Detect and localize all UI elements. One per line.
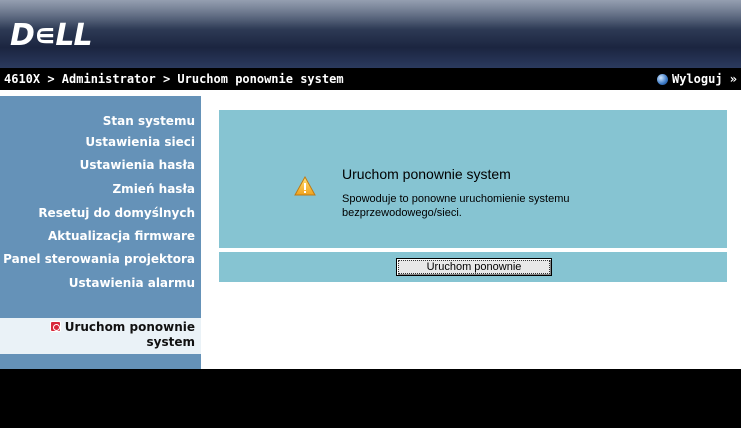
logout-link[interactable]: Wyloguj » xyxy=(656,72,737,86)
sidebar-item-aktualizacja-firmware[interactable]: Aktualizacja firmware xyxy=(48,229,195,243)
breadcrumb: 4610X > Administrator > Uruchom ponownie… xyxy=(4,72,344,86)
warning-icon xyxy=(294,176,316,196)
restart-button[interactable]: Uruchom ponownie xyxy=(396,258,552,276)
page-title: Uruchom ponownie system xyxy=(342,166,511,182)
sidebar-item-ustawienia-sieci[interactable]: Ustawienia sieci xyxy=(85,135,195,149)
dell-logo: D∊LL xyxy=(10,18,93,53)
restart-button-label: Uruchom ponownie xyxy=(398,260,550,274)
sidebar-item-stan-systemu[interactable]: Stan systemu xyxy=(103,114,195,128)
page-description: Spowoduje to ponowne uruchomienie system… xyxy=(342,193,570,219)
footer-bar xyxy=(0,369,741,428)
sidebar-item-resetuj[interactable]: Resetuj do domyślnych xyxy=(38,206,195,220)
sidebar-active-line2: system xyxy=(146,335,196,349)
button-panel: Uruchom ponownie xyxy=(219,252,727,282)
breadcrumb-bar: 4610X > Administrator > Uruchom ponownie… xyxy=(0,68,741,90)
logout-label[interactable]: Wyloguj » xyxy=(672,72,737,86)
globe-icon xyxy=(656,73,668,85)
sidebar-item-uruchom-ponownie[interactable]: Uruchom ponownie system xyxy=(0,318,201,354)
info-panel: Uruchom ponownie system Spowoduje to pon… xyxy=(219,110,727,248)
sidebar-active-label: Uruchom ponownie system xyxy=(49,320,196,350)
sidebar-item-ustawienia-hasla[interactable]: Ustawienia hasła xyxy=(80,158,195,172)
sidebar-active-line1: Uruchom ponownie xyxy=(64,320,195,334)
reboot-icon xyxy=(49,321,61,332)
sidebar-item-zmien-hasla[interactable]: Zmień hasła xyxy=(112,182,195,196)
header-banner: D∊LL xyxy=(0,0,741,68)
sidebar: Stan systemu Ustawienia sieci Ustawienia… xyxy=(0,96,201,369)
main-content: Uruchom ponownie system Spowoduje to pon… xyxy=(201,96,741,369)
sidebar-item-ustawienia-alarmu[interactable]: Ustawienia alarmu xyxy=(69,276,195,290)
header-shine xyxy=(0,0,741,30)
sidebar-item-panel-sterowania[interactable]: Panel sterowania projektora xyxy=(3,252,195,266)
